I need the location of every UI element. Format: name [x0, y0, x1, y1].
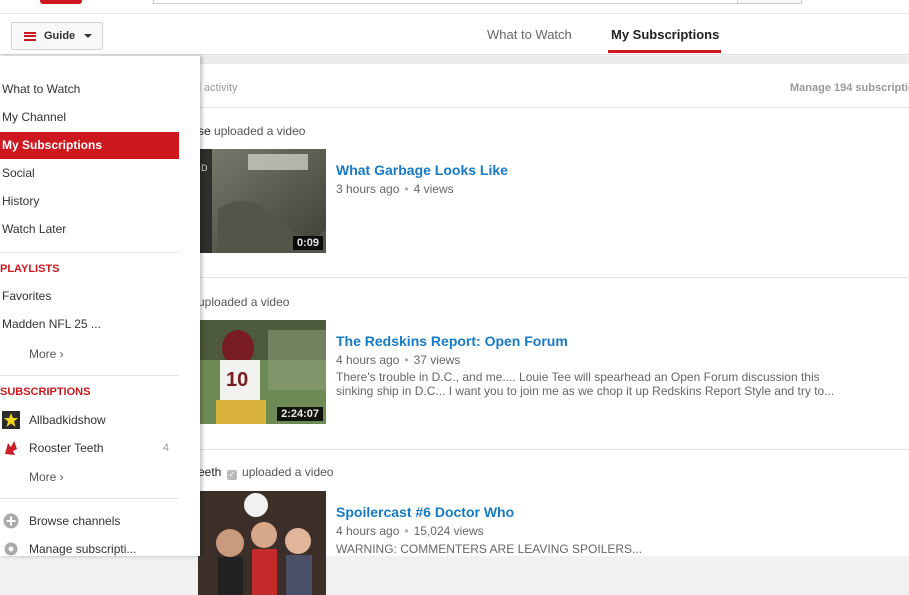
uploader-line: uploaded a video: [198, 295, 290, 309]
uploader-line: eeth ✓ uploaded a video: [198, 465, 334, 480]
divider: [196, 277, 909, 278]
guide-item-my-subscriptions[interactable]: My Subscriptions: [0, 132, 179, 159]
tab-my-subscriptions[interactable]: My Subscriptions: [611, 27, 719, 42]
playlists-heading: PLAYLISTS: [0, 263, 60, 275]
svg-text:10: 10: [226, 369, 248, 391]
guide-button[interactable]: Guide: [11, 22, 103, 50]
manage-subscriptions-link[interactable]: Manage 194 subscriptions: [790, 82, 909, 94]
video-description: WARNING: COMMENTERS ARE LEAVING SPOILERS…: [336, 542, 643, 556]
video-thumbnail[interactable]: D 0:09: [198, 149, 326, 253]
new-videos-count: 4: [162, 441, 169, 454]
video-thumbnail[interactable]: 10 2:24:07: [198, 320, 326, 424]
guide-menu: What to Watch My Channel My Subscription…: [0, 56, 200, 556]
browse-channels-item[interactable]: Browse channels: [0, 507, 179, 534]
video-description: There's trouble in D.C., and me.... Loui…: [336, 370, 835, 398]
video-duration: 0:09: [292, 236, 323, 250]
thumbnail-image: [198, 491, 326, 595]
activity-filter[interactable]: ll activity: [196, 82, 238, 94]
star-icon: [2, 410, 20, 429]
video-meta: 4 hours ago • 37 views: [336, 353, 461, 367]
plus-circle-icon: [2, 512, 20, 530]
search-input[interactable]: [153, 0, 738, 4]
divider: [0, 375, 179, 376]
guide-item-what-to-watch[interactable]: What to Watch: [0, 76, 179, 103]
guide-item-history[interactable]: History: [0, 188, 179, 215]
subscription-name: Allbadkidshow: [29, 412, 106, 427]
video-title[interactable]: What Garbage Looks Like: [336, 162, 508, 178]
verified-icon: ✓: [226, 470, 237, 480]
subscription-name: Rooster Teeth: [29, 440, 104, 455]
menu-icon: [24, 31, 36, 41]
search-button[interactable]: [737, 0, 802, 4]
rooster-icon: [2, 438, 20, 457]
subscription-item[interactable]: Allbadkidshow: [0, 406, 179, 433]
chevron-down-icon: [84, 34, 93, 38]
video-meta: 4 hours ago • 15,024 views: [336, 524, 484, 538]
subscriptions-heading: SUBSCRIPTIONS: [0, 386, 91, 398]
guide-item-social[interactable]: Social: [0, 160, 179, 187]
subscriptions-more-link[interactable]: More ›: [29, 470, 64, 484]
manage-subscriptions-item[interactable]: Manage subscripti...: [0, 535, 179, 562]
playlists-more-link[interactable]: More ›: [29, 347, 64, 361]
feed-header: Guide What to Watch My Subscriptions: [0, 14, 909, 55]
active-tab-indicator: [608, 50, 721, 53]
video-thumbnail[interactable]: [198, 491, 326, 595]
subscription-item[interactable]: Rooster Teeth 4: [0, 434, 179, 461]
browse-channels-label: Browse channels: [29, 513, 121, 528]
divider: [0, 498, 179, 499]
top-bar: [0, 0, 909, 14]
guide-playlist-madden[interactable]: Madden NFL 25 ...: [0, 311, 179, 338]
divider: [0, 252, 179, 253]
uploader-line: se uploaded a video: [198, 124, 306, 138]
logo[interactable]: [40, 0, 82, 4]
uploader-name[interactable]: eeth: [198, 465, 221, 479]
video-duration: 2:24:07: [277, 407, 323, 421]
divider: [196, 449, 909, 450]
guide-item-watch-later[interactable]: Watch Later: [0, 216, 179, 243]
guide-item-my-channel[interactable]: My Channel: [0, 104, 179, 131]
video-title[interactable]: The Redskins Report: Open Forum: [336, 333, 568, 349]
video-title[interactable]: Spoilercast #6 Doctor Who: [336, 504, 514, 520]
tab-what-to-watch[interactable]: What to Watch: [487, 27, 572, 42]
guide-playlist-favorites[interactable]: Favorites: [0, 283, 179, 310]
manage-subscriptions-label: Manage subscripti...: [29, 541, 137, 556]
video-meta: 3 hours ago • 4 views: [336, 182, 454, 196]
svg-text:D: D: [201, 163, 208, 173]
gear-icon: [2, 540, 20, 558]
guide-label: Guide: [44, 30, 76, 42]
